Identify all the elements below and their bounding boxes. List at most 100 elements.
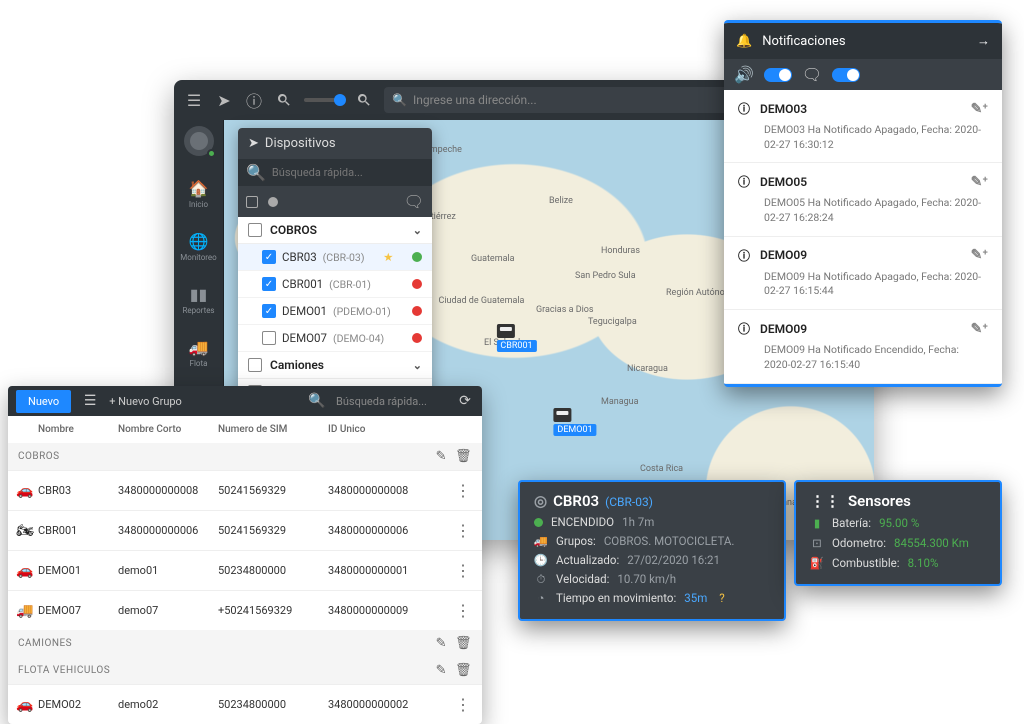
avatar[interactable] bbox=[184, 126, 214, 156]
table-row[interactable]: 🚚DEMO07demo07+502415693293480000000009⋮ bbox=[8, 590, 482, 630]
list-icon[interactable]: ☰ bbox=[81, 392, 99, 410]
zoom-out-icon[interactable] bbox=[274, 90, 294, 110]
notification-item[interactable]: ⓘDEMO03✎⁺DEMO03 Ha Notificado Apagado, F… bbox=[724, 90, 1002, 163]
devices-header: ➤ Dispositivos bbox=[238, 128, 432, 159]
select-all-checkbox[interactable] bbox=[246, 196, 258, 208]
device-row[interactable]: DEMO07(DEMO-04) bbox=[238, 325, 432, 352]
notification-item[interactable]: ⓘDEMO09✎⁺DEMO09 Ha Notificado Apagado, F… bbox=[724, 237, 1002, 310]
filter-status-icon[interactable] bbox=[268, 197, 278, 207]
chevron-down-icon: ⌄ bbox=[413, 359, 422, 372]
device-checkbox[interactable]: ✓ bbox=[262, 304, 276, 318]
device-checkbox[interactable]: ✓ bbox=[262, 250, 276, 264]
devices-toolbar: 🗨 bbox=[238, 186, 432, 217]
device-row[interactable]: ✓CBR03(CBR-03)★ bbox=[238, 244, 432, 271]
table-row[interactable]: 🏍CBR001348000000000650241569329348000000… bbox=[8, 510, 482, 550]
delete-icon[interactable]: 🗑 bbox=[455, 663, 472, 678]
volume-icon: 🔊 bbox=[734, 65, 754, 84]
more-icon[interactable]: ⋮ bbox=[448, 601, 478, 620]
popup-toggle[interactable] bbox=[832, 68, 860, 82]
table-group-header: COBROS✎🗑 bbox=[8, 443, 482, 470]
zoom-slider[interactable] bbox=[304, 98, 344, 102]
map-city: Gracias a Dios bbox=[536, 305, 594, 315]
map-marker[interactable]: DEMO01 bbox=[553, 408, 596, 436]
cursor-icon[interactable]: ➤ bbox=[214, 90, 234, 110]
nav-monitoreo[interactable]: 🌐Monitoreo bbox=[180, 231, 216, 262]
map-city: Guatemala bbox=[471, 254, 515, 264]
notifications-title: Notificaciones bbox=[762, 34, 845, 49]
delete-icon[interactable]: 🗑 bbox=[455, 636, 472, 651]
group-checkbox[interactable] bbox=[248, 223, 262, 237]
fleet-table-panel: Nuevo ☰ + Nuevo Grupo 🔍 ⟳ Nombre Nombre … bbox=[8, 386, 482, 724]
info-icon[interactable]: ⓘ bbox=[244, 90, 264, 110]
table-header: Nombre Nombre Corto Numero de SIM ID Uni… bbox=[8, 416, 482, 443]
more-icon[interactable]: ⋮ bbox=[448, 561, 478, 580]
gauge-icon: ⏱ bbox=[534, 572, 548, 586]
detail-title: ◎ CBR03 (CBR-03) bbox=[534, 492, 770, 510]
map-marker[interactable]: CBR001 bbox=[496, 324, 536, 352]
device-row[interactable]: ✓CBR001(CBR-01) bbox=[238, 271, 432, 298]
col-sim[interactable]: Numero de SIM bbox=[218, 424, 328, 435]
expand-icon[interactable]: → bbox=[977, 33, 990, 49]
more-icon[interactable]: ⋮ bbox=[448, 521, 478, 540]
notifications-header: 🔔 Notificaciones → bbox=[724, 23, 1002, 59]
devices-search[interactable]: 🔍 bbox=[238, 159, 432, 186]
truck-icon: 🚚 bbox=[16, 603, 38, 619]
odometer-icon: ⊡ bbox=[810, 536, 824, 550]
device-row[interactable]: ✓DEMO01(PDEMO-01) bbox=[238, 298, 432, 325]
menu-icon[interactable]: ☰ bbox=[184, 90, 204, 110]
map-city: Costa Rica bbox=[640, 464, 683, 474]
edit-icon[interactable]: ✎ bbox=[436, 449, 447, 464]
sensors-card: ⋮⋮Sensores ▮Batería:95.00 % ⊡Odometro:84… bbox=[794, 480, 1002, 586]
search-icon: 🔍 bbox=[308, 392, 326, 410]
more-icon[interactable]: ⋮ bbox=[448, 695, 478, 714]
table-row[interactable]: 🚗DEMO02demo02502348000003480000000002⋮ bbox=[8, 684, 482, 724]
device-checkbox[interactable] bbox=[262, 331, 276, 345]
sensors-icon: ⋮⋮ bbox=[810, 492, 840, 510]
note-add-icon[interactable]: ✎⁺ bbox=[971, 101, 988, 117]
device-group-row[interactable]: COBROS⌄ bbox=[238, 217, 432, 244]
edit-icon[interactable]: ✎ bbox=[436, 636, 447, 651]
col-nombre[interactable]: Nombre bbox=[38, 424, 118, 435]
note-add-icon[interactable]: ✎⁺ bbox=[971, 321, 988, 337]
nav-flota[interactable]: 🚚Flota bbox=[189, 337, 209, 368]
car-icon: 🚗 bbox=[16, 563, 38, 579]
device-detail-card: ◎ CBR03 (CBR-03) ENCENDIDO1h 7m 🚚Grupos:… bbox=[518, 480, 786, 621]
device-group-row[interactable]: Camiones⌄ bbox=[238, 352, 432, 379]
status-dot bbox=[412, 279, 422, 289]
map-city: Belize bbox=[549, 196, 573, 206]
table-search-input[interactable] bbox=[336, 395, 446, 408]
chat-icon[interactable]: 🗨 bbox=[404, 192, 424, 211]
sound-toggle[interactable] bbox=[764, 68, 792, 82]
table-group-header: FLOTA VEHICULOS✎🗑 bbox=[8, 657, 482, 684]
new-button[interactable]: Nuevo bbox=[16, 390, 71, 413]
more-icon[interactable]: ⋮ bbox=[448, 481, 478, 500]
table-row[interactable]: 🚗DEMO01demo01502348000003480000000001⋮ bbox=[8, 550, 482, 590]
map-city: Ciudad de Guatemala bbox=[439, 296, 525, 306]
group-checkbox[interactable] bbox=[248, 358, 262, 372]
note-add-icon[interactable]: ✎⁺ bbox=[971, 247, 988, 263]
devices-title: Dispositivos bbox=[265, 136, 336, 151]
device-checkbox[interactable]: ✓ bbox=[262, 277, 276, 291]
note-add-icon[interactable]: ✎⁺ bbox=[971, 174, 988, 190]
status-dot bbox=[412, 252, 422, 262]
refresh-icon[interactable]: ⟳ bbox=[456, 392, 474, 410]
status-dot bbox=[412, 333, 422, 343]
map-city: Honduras bbox=[601, 246, 640, 256]
nav-reportes[interactable]: ▮▮Reportes bbox=[182, 284, 214, 315]
info-icon: ⓘ bbox=[738, 320, 750, 337]
help-icon[interactable]: ? bbox=[719, 591, 724, 605]
fuel-icon: ⛽ bbox=[810, 556, 824, 570]
devices-search-input[interactable] bbox=[272, 166, 424, 179]
delete-icon[interactable]: 🗑 bbox=[455, 449, 472, 464]
notification-item[interactable]: ⓘDEMO09✎⁺DEMO09 Ha Notificado Encendido,… bbox=[724, 310, 1002, 383]
col-nombre-corto[interactable]: Nombre Corto bbox=[118, 424, 218, 435]
notification-item[interactable]: ⓘDEMO05✎⁺DEMO05 Ha Notificado Apagado, F… bbox=[724, 163, 1002, 236]
send-icon: ➤ bbox=[248, 136, 259, 151]
table-row[interactable]: 🚗CBR033480000000008502415693293480000000… bbox=[8, 470, 482, 510]
zoom-in-icon[interactable] bbox=[354, 90, 374, 110]
new-group-link[interactable]: + Nuevo Grupo bbox=[109, 395, 182, 408]
moto-icon: 🏍 bbox=[16, 523, 38, 539]
edit-icon[interactable]: ✎ bbox=[436, 663, 447, 678]
nav-inicio[interactable]: 🏠Inicio bbox=[189, 178, 209, 209]
col-uid[interactable]: ID Unico bbox=[328, 424, 448, 435]
